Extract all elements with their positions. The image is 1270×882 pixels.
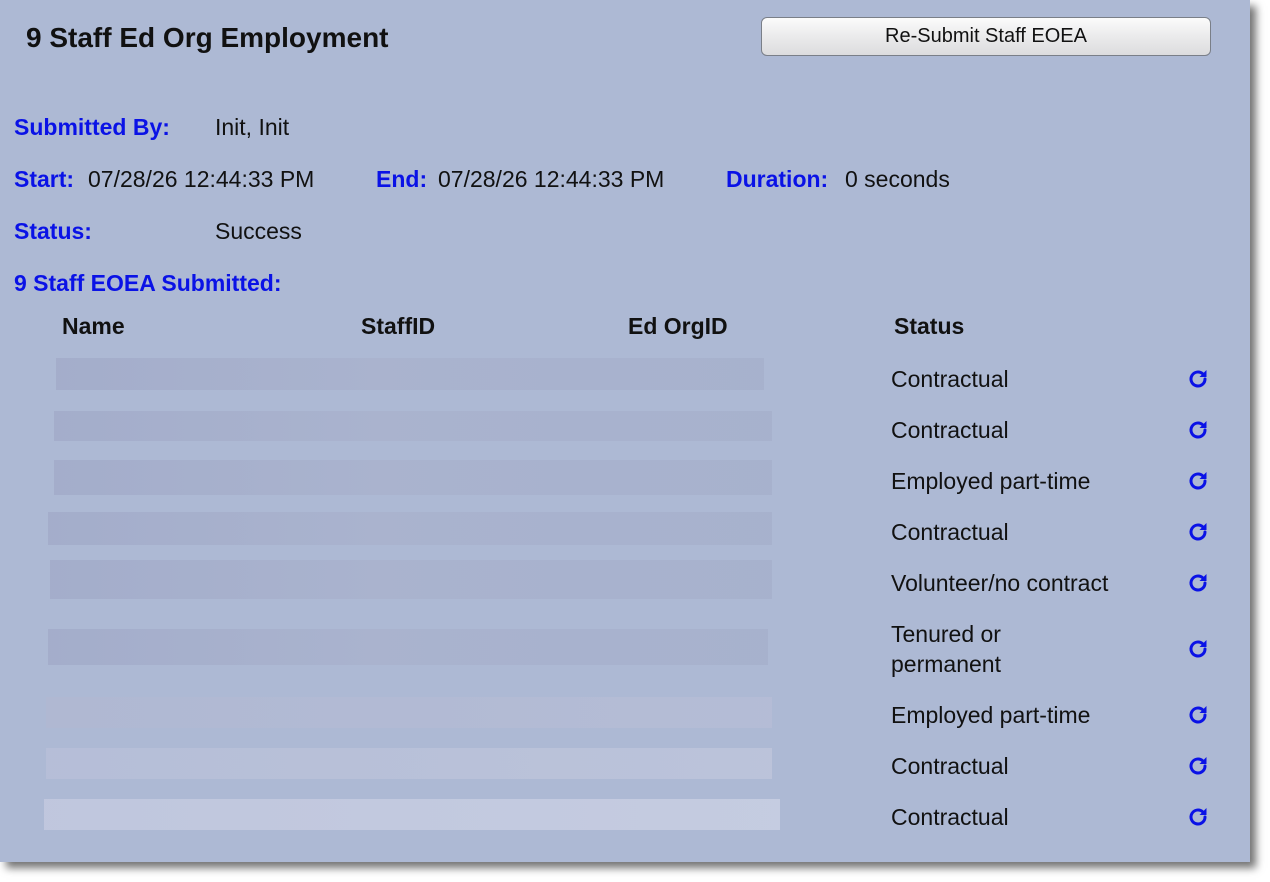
status-label: Status: bbox=[14, 218, 92, 244]
row-status: Contractual bbox=[891, 804, 1009, 830]
start-label: Start: bbox=[14, 166, 75, 192]
redacted-row-content bbox=[46, 748, 772, 779]
refresh-icon[interactable] bbox=[1186, 418, 1210, 442]
column-header-name: Name bbox=[62, 313, 125, 339]
refresh-icon[interactable] bbox=[1186, 367, 1210, 391]
staff-eoea-panel: 9 Staff Ed Org Employment Re-Submit Staf… bbox=[0, 0, 1250, 862]
row-status: Employed part-time bbox=[891, 468, 1091, 494]
refresh-icon[interactable] bbox=[1186, 571, 1210, 595]
column-header-staffid: StaffID bbox=[361, 313, 436, 339]
redacted-row-content bbox=[56, 358, 764, 390]
redacted-row-content bbox=[54, 411, 772, 441]
end-label: End: bbox=[376, 166, 428, 192]
submitted-by-label: Submitted By: bbox=[14, 114, 170, 140]
column-header-status: Status bbox=[894, 313, 965, 339]
row-status: Contractual bbox=[891, 366, 1009, 392]
refresh-icon[interactable] bbox=[1186, 703, 1210, 727]
page-title: 9 Staff Ed Org Employment bbox=[26, 22, 389, 53]
row-status: Volunteer/no contract bbox=[891, 570, 1109, 596]
status-value: Success bbox=[215, 218, 302, 244]
redacted-row-content bbox=[44, 799, 780, 830]
row-status: Contractual bbox=[891, 519, 1009, 545]
start-value: 07/28/26 12:44:33 PM bbox=[88, 166, 315, 192]
refresh-icon[interactable] bbox=[1186, 469, 1210, 493]
submitted-count-label: 9 Staff EOEA Submitted: bbox=[14, 270, 282, 296]
row-status: Contractual bbox=[891, 417, 1009, 443]
redacted-row-content bbox=[46, 697, 772, 728]
resubmit-staff-eoea-button[interactable]: Re-Submit Staff EOEA bbox=[761, 17, 1211, 56]
refresh-icon[interactable] bbox=[1186, 805, 1210, 829]
redacted-row-content bbox=[48, 512, 772, 545]
duration-label: Duration: bbox=[726, 166, 829, 192]
redacted-row-content bbox=[48, 629, 768, 665]
row-status: Employed part-time bbox=[891, 702, 1091, 728]
row-status: Tenured or permanent bbox=[891, 621, 1001, 677]
duration-value: 0 seconds bbox=[845, 166, 950, 192]
redacted-row-content bbox=[54, 460, 772, 495]
refresh-icon[interactable] bbox=[1186, 520, 1210, 544]
column-header-edorgid: Ed OrgID bbox=[628, 313, 728, 339]
row-status: Contractual bbox=[891, 753, 1009, 779]
submitted-by-value: Init, Init bbox=[215, 114, 290, 140]
refresh-icon[interactable] bbox=[1186, 754, 1210, 778]
end-value: 07/28/26 12:44:33 PM bbox=[438, 166, 665, 192]
refresh-icon[interactable] bbox=[1186, 637, 1210, 661]
redacted-row-content bbox=[50, 560, 772, 599]
